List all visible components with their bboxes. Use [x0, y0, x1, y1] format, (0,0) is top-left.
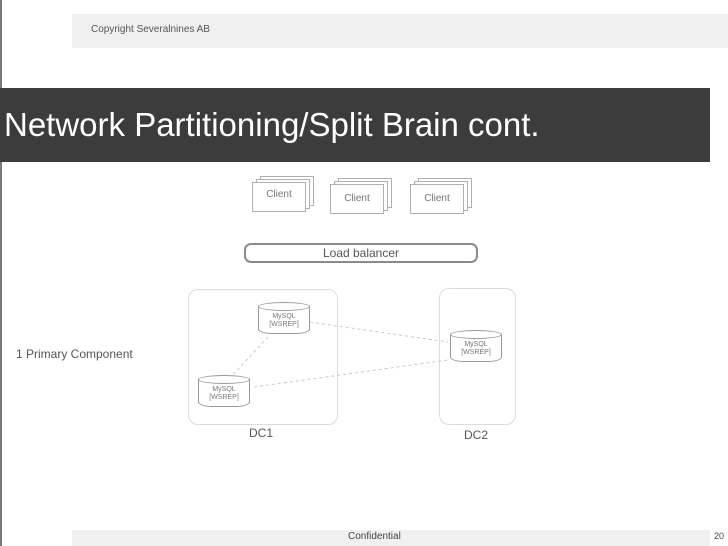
mysql-node-2: MySQL [WSREP] [198, 375, 250, 407]
mysql-node-1: MySQL [WSREP] [258, 302, 310, 334]
link-node2-node3 [253, 359, 449, 388]
page-number: 20 [713, 531, 724, 541]
node-sublabel: [WSREP] [461, 349, 491, 356]
slide: Copyright Severalnines AB Network Partit… [0, 0, 728, 546]
replication-links [229, 321, 449, 388]
mysql-node-3: MySQL [WSREP] [450, 330, 502, 362]
node-label: MySQL [272, 313, 296, 320]
node-sublabel: [WSREP] [209, 394, 239, 401]
node-label: MySQL [212, 386, 236, 393]
link-node1-node3 [309, 321, 449, 343]
link-node1-node2 [229, 336, 269, 379]
primary-component-label: 1 Primary Component [16, 347, 133, 361]
node-sublabel: [WSREP] [269, 321, 299, 328]
node-label: MySQL [464, 341, 488, 348]
confidential-text: Confidential [348, 531, 401, 542]
